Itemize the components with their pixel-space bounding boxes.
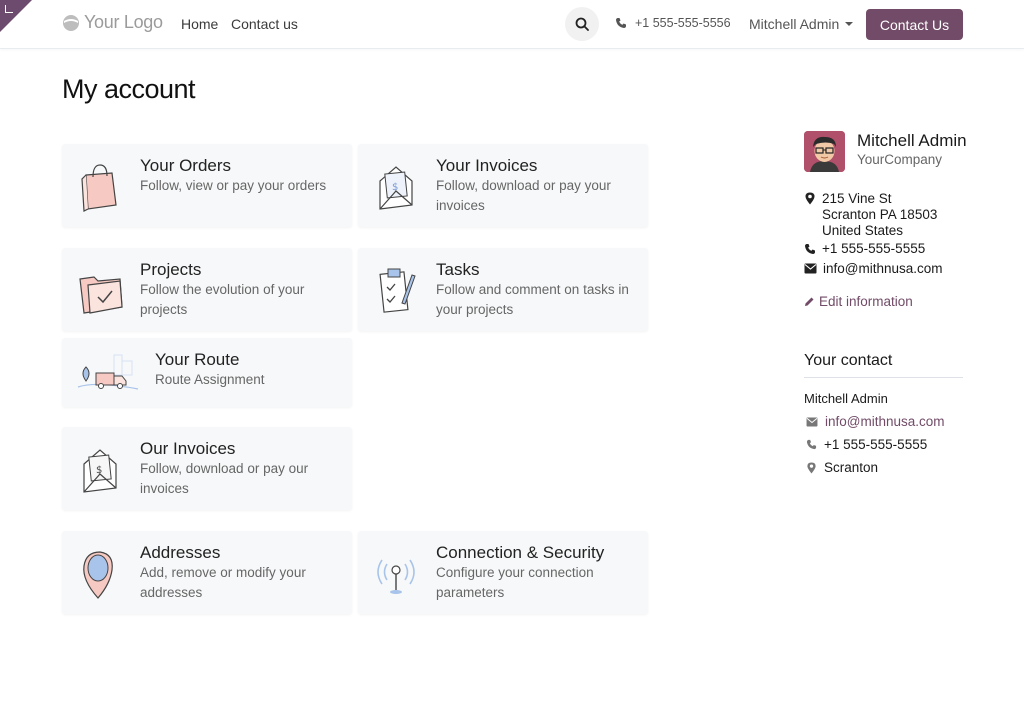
card-title: Projects (140, 260, 202, 279)
card-your-orders[interactable]: Your Orders Follow, view or pay your ord… (62, 144, 352, 227)
delivery-truck-icon (77, 354, 139, 390)
search-icon (575, 17, 589, 31)
profile-company: YourCompany (857, 152, 943, 167)
card-desc-2: projects (140, 302, 188, 317)
invoice-envelope-icon: $ (379, 165, 413, 210)
phone-icon (805, 243, 815, 254)
contact-phone-text: +1 555-555-5555 (824, 437, 928, 452)
card-title: Your Orders (140, 156, 232, 175)
edit-information-link[interactable]: Edit information (804, 294, 913, 309)
card-your-route[interactable]: Your Route Route Assignment (62, 338, 352, 407)
envelope-icon (804, 263, 817, 274)
card-tasks[interactable]: Tasks Follow and comment on tasks in you… (358, 248, 648, 331)
card-desc: Follow, view or pay your orders (140, 178, 327, 193)
card-title: Our Invoices (140, 439, 236, 458)
pencil-icon (805, 297, 814, 306)
card-title: Your Route (155, 350, 240, 369)
card-desc: Follow and comment on tasks in (436, 282, 629, 297)
card-your-invoices[interactable]: $ Your Invoices Follow, download or pay … (358, 144, 648, 227)
profile-email-text: info@mithnusa.com (823, 261, 943, 276)
logo-text: Your Logo (84, 12, 163, 32)
nav-contact-us[interactable]: Contact us (231, 16, 298, 32)
user-dropdown[interactable]: Mitchell Admin (749, 16, 854, 32)
card-desc: Follow, download or pay our (140, 461, 309, 476)
logo[interactable]: Your Logo (62, 12, 163, 33)
contact-email-text[interactable]: info@mithnusa.com (825, 414, 945, 429)
edit-information-label: Edit information (819, 294, 913, 309)
phone-icon (806, 439, 817, 450)
page-title: My account (62, 74, 196, 104)
contact-city: Scranton (806, 460, 878, 475)
header-phone-text: +1 555-555-5556 (635, 16, 731, 30)
card-title: Tasks (436, 260, 480, 279)
map-marker-icon (807, 462, 816, 473)
envelope-icon (806, 416, 818, 427)
card-addresses[interactable]: Addresses Add, remove or modify your add… (62, 531, 352, 614)
top-navbar: Your Logo Home Contact us +1 555-555-555… (0, 0, 1024, 49)
contact-phone: +1 555-555-5555 (806, 437, 927, 452)
card-desc-2: your projects (436, 302, 514, 317)
search-button[interactable] (565, 7, 599, 41)
shopping-bag-icon (81, 163, 117, 212)
corner-arrow-icon (5, 5, 13, 13)
contact-us-button[interactable]: Contact Us (866, 9, 963, 40)
map-pin-icon (83, 550, 113, 599)
invoice-envelope-icon: $ (83, 448, 117, 493)
card-desc-2: invoices (436, 198, 485, 213)
profile-phone-text: +1 555-555-5555 (822, 241, 926, 256)
card-our-invoices[interactable]: $ Our Invoices Follow, download or pay o… (62, 427, 352, 510)
contact-name: Mitchell Admin (804, 391, 888, 406)
card-title: Addresses (140, 543, 221, 562)
clipboard-check-icon (379, 268, 416, 313)
contact-email[interactable]: info@mithnusa.com (806, 414, 945, 429)
card-desc: Route Assignment (155, 372, 265, 387)
profile-address: 215 Vine St (804, 191, 892, 206)
card-title: Your Invoices (436, 156, 538, 175)
card-desc-2: parameters (436, 585, 505, 600)
logo-icon (63, 14, 79, 31)
card-projects[interactable]: Projects Follow the evolution of your pr… (62, 248, 352, 331)
chevron-down-icon (845, 22, 854, 26)
contact-city-text: Scranton (824, 460, 879, 475)
avatar-illustration (804, 131, 845, 172)
folder-check-icon (79, 275, 123, 314)
profile-name: Mitchell Admin (857, 131, 967, 150)
header-phone[interactable]: +1 555-555-5556 (615, 16, 731, 30)
map-marker-icon (805, 192, 815, 205)
card-desc-2: invoices (140, 481, 189, 496)
antenna-icon (377, 559, 415, 594)
profile-phone: +1 555-555-5555 (804, 241, 925, 256)
card-desc-2: addresses (140, 585, 203, 600)
card-desc: Configure your connection (436, 565, 594, 580)
card-desc: Follow the evolution of your (140, 282, 305, 297)
phone-icon (616, 18, 626, 28)
your-contact-title: Your contact (804, 352, 893, 369)
card-connection-security[interactable]: Connection & Security Configure your con… (358, 531, 648, 614)
user-name: Mitchell Admin (749, 16, 840, 32)
address-line-3: United States (822, 223, 904, 238)
profile-email: info@mithnusa.com (804, 261, 943, 276)
card-title: Connection & Security (436, 543, 605, 562)
divider (804, 377, 963, 378)
card-desc: Add, remove or modify your (140, 565, 306, 580)
nav-home[interactable]: Home (181, 16, 218, 32)
avatar (804, 131, 845, 172)
card-desc: Follow, download or pay your (436, 178, 611, 193)
address-line-2: Scranton PA 18503 (822, 207, 938, 222)
address-line-1: 215 Vine St (822, 191, 892, 206)
